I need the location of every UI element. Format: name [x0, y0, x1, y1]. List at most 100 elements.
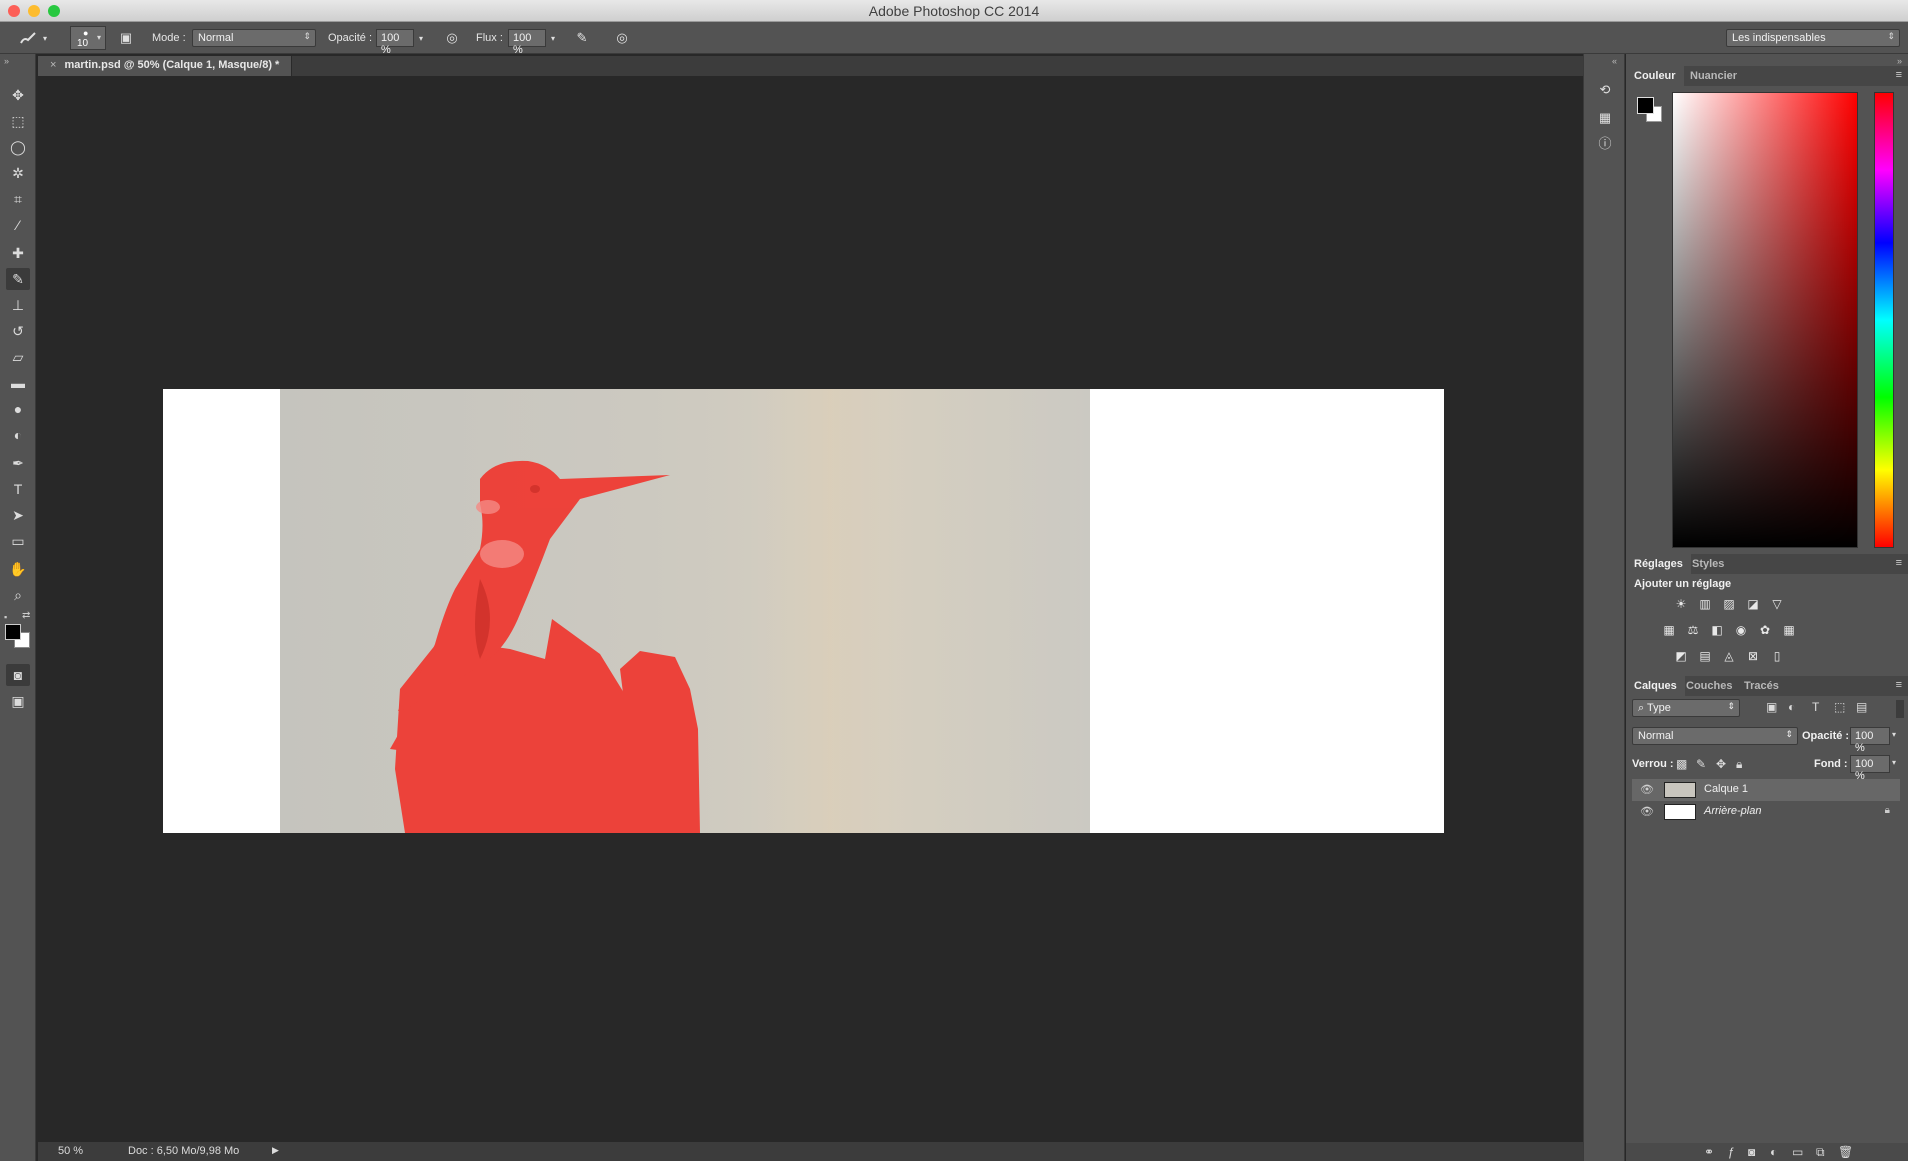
filter-toggle-switch[interactable]: [1896, 700, 1904, 718]
gradient-map-icon[interactable]: ▯: [1768, 648, 1786, 664]
tab-calques[interactable]: Calques: [1626, 676, 1685, 696]
vibrance-icon[interactable]: ▽: [1768, 596, 1786, 612]
tab-traces[interactable]: Tracés: [1736, 676, 1787, 696]
history-panel-icon[interactable]: ⟲: [1595, 80, 1615, 100]
visibility-eye-icon[interactable]: 👁︎: [1640, 805, 1654, 818]
foreground-color-swatch[interactable]: [5, 624, 21, 640]
selective-color-icon[interactable]: ⊠: [1744, 648, 1762, 664]
pen-tool-icon[interactable]: ✒: [6, 452, 30, 474]
channel-mixer-icon[interactable]: ✿: [1756, 622, 1774, 638]
new-group-icon[interactable]: ▭: [1792, 1145, 1803, 1159]
healing-brush-tool-icon[interactable]: ✚: [6, 242, 30, 264]
chevron-down-icon[interactable]: ▾: [1892, 758, 1896, 767]
tab-styles[interactable]: Styles: [1684, 554, 1732, 574]
new-layer-icon[interactable]: ⧉: [1816, 1145, 1825, 1160]
blend-mode-select[interactable]: Normal ⇕: [1632, 727, 1798, 745]
workspace-select[interactable]: Les indispensables ⇕: [1726, 29, 1900, 47]
tab-couleur[interactable]: Couleur: [1626, 66, 1684, 86]
document-size[interactable]: Doc : 6,50 Mo/9,98 Mo: [128, 1145, 239, 1157]
marquee-tool-icon[interactable]: ⬚: [6, 110, 30, 132]
lasso-tool-icon[interactable]: ◯: [6, 136, 30, 158]
photo-filter-icon[interactable]: ◉: [1732, 622, 1750, 638]
document-tab[interactable]: × martin.psd @ 50% (Calque 1, Masque/8) *: [38, 56, 293, 76]
properties-panel-icon[interactable]: ▦: [1595, 108, 1615, 128]
eraser-tool-icon[interactable]: ▱: [6, 346, 30, 368]
mode-select[interactable]: Normal ⇕: [192, 29, 316, 47]
levels-icon[interactable]: ▥: [1696, 596, 1714, 612]
screen-mode-icon[interactable]: ▣: [6, 690, 30, 712]
zoom-tool-icon[interactable]: ⌕: [6, 584, 30, 606]
curves-icon[interactable]: ▨: [1720, 596, 1738, 612]
lock-position-icon[interactable]: ✥: [1716, 757, 1726, 771]
exposure-icon[interactable]: ◪: [1744, 596, 1762, 612]
invert-icon[interactable]: ◩: [1672, 648, 1690, 664]
tab-couches[interactable]: Couches: [1678, 676, 1740, 696]
tab-reglages[interactable]: Réglages: [1626, 554, 1691, 574]
chevron-down-icon[interactable]: ▾: [1892, 730, 1896, 739]
lock-pixels-icon[interactable]: ✎: [1696, 757, 1706, 771]
hand-tool-icon[interactable]: ✋: [6, 558, 30, 580]
layer-row[interactable]: 👁︎ Calque 1: [1632, 779, 1900, 801]
layer-filter-select[interactable]: ⌕ Type ⇕: [1632, 699, 1740, 717]
close-tab-icon[interactable]: ×: [50, 59, 56, 71]
brush-tool-icon[interactable]: ✎: [6, 268, 30, 290]
type-tool-icon[interactable]: T: [6, 478, 30, 500]
info-panel-icon[interactable]: ⓘ: [1595, 132, 1615, 152]
panel-menu-icon[interactable]: ≡: [1896, 557, 1902, 569]
filter-type-layers-icon[interactable]: T: [1812, 700, 1819, 714]
hue-saturation-icon[interactable]: ▦: [1660, 622, 1678, 638]
black-white-icon[interactable]: ◧: [1708, 622, 1726, 638]
move-tool-icon[interactable]: ✥: [6, 84, 30, 106]
fill-field[interactable]: 100 %: [1850, 755, 1890, 782]
lock-transparency-icon[interactable]: ▩: [1676, 757, 1687, 771]
flow-field[interactable]: 100 %: [508, 29, 546, 56]
airbrush-icon[interactable]: ✎: [572, 29, 592, 47]
status-menu-arrow-icon[interactable]: ▶: [272, 1145, 279, 1156]
default-colors-icon[interactable]: ▪: [4, 612, 7, 622]
layer-style-icon[interactable]: ƒ: [1728, 1145, 1735, 1159]
brush-size-picker[interactable]: ● 10 ▾: [70, 26, 106, 50]
magic-wand-tool-icon[interactable]: ✲: [6, 162, 30, 184]
lock-all-icon[interactable]: 🔒︎: [1736, 757, 1742, 772]
threshold-icon[interactable]: ◬: [1720, 648, 1738, 664]
color-lookup-icon[interactable]: ▦: [1780, 622, 1798, 638]
trash-icon[interactable]: 🗑︎: [1838, 1145, 1853, 1159]
collapse-arrows-icon[interactable]: «: [1612, 56, 1617, 66]
dodge-tool-icon[interactable]: ◐: [6, 424, 30, 446]
filter-smart-objects-icon[interactable]: ▤: [1856, 700, 1867, 714]
quick-mask-icon[interactable]: ◙: [6, 664, 30, 686]
panel-menu-icon[interactable]: ≡: [1896, 69, 1902, 81]
clone-stamp-tool-icon[interactable]: ⊥: [6, 294, 30, 316]
filter-adjustment-layers-icon[interactable]: ◐: [1788, 700, 1795, 714]
document-canvas[interactable]: [163, 389, 1444, 833]
opacity-field[interactable]: 100 %: [376, 29, 414, 56]
link-layers-icon[interactable]: ⚭: [1704, 1145, 1714, 1159]
collapse-arrows-icon[interactable]: »: [4, 56, 9, 66]
color-picker-field[interactable]: [1672, 92, 1858, 548]
crop-tool-icon[interactable]: ⌗: [6, 188, 30, 210]
collapse-arrows-icon[interactable]: »: [1897, 56, 1902, 66]
hue-slider[interactable]: [1874, 92, 1894, 548]
layer-opacity-field[interactable]: 100 %: [1850, 727, 1890, 754]
pressure-size-icon[interactable]: ◎: [612, 29, 632, 47]
brightness-contrast-icon[interactable]: ☀: [1672, 596, 1690, 612]
layer-row[interactable]: 👁︎ Arrière-plan 🔒︎: [1632, 801, 1900, 823]
blur-tool-icon[interactable]: ●: [6, 398, 30, 420]
pressure-opacity-icon[interactable]: ◎: [442, 29, 462, 47]
opacity-dropdown-icon[interactable]: ▾: [414, 29, 428, 47]
flow-dropdown-icon[interactable]: ▾: [546, 29, 560, 47]
foreground-color-chip[interactable]: [1637, 97, 1654, 114]
eyedropper-tool-icon[interactable]: ⁄: [6, 214, 30, 236]
filter-shape-layers-icon[interactable]: ⬚: [1834, 700, 1845, 714]
color-balance-icon[interactable]: ⚖: [1684, 622, 1702, 638]
add-mask-icon[interactable]: ◙: [1748, 1145, 1755, 1159]
visibility-eye-icon[interactable]: 👁︎: [1640, 783, 1654, 796]
history-brush-tool-icon[interactable]: ↺: [6, 320, 30, 342]
panel-menu-icon[interactable]: ≡: [1896, 679, 1902, 691]
new-adjustment-layer-icon[interactable]: ◐: [1770, 1145, 1777, 1159]
posterize-icon[interactable]: ▤: [1696, 648, 1714, 664]
zoom-level[interactable]: 50 %: [58, 1145, 83, 1157]
filter-pixel-layers-icon[interactable]: ▣: [1766, 700, 1777, 714]
path-selection-tool-icon[interactable]: ➤: [6, 504, 30, 526]
rectangle-tool-icon[interactable]: ▭: [6, 530, 30, 552]
